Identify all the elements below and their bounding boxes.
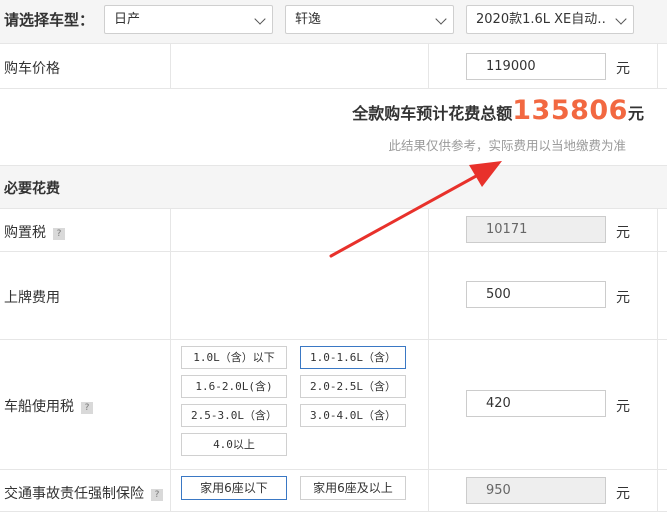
chevron-down-icon [254,13,266,25]
help-icon[interactable]: ? [151,489,163,501]
divider [170,252,171,339]
help-icon[interactable]: ? [81,402,93,414]
brand-select-value: 日产 [114,12,141,27]
series-select-value: 轩逸 [295,12,322,27]
insurance-row: 交通事故责任强制保险? 家用6座以下 家用6座及以上 950 元 [0,470,667,512]
total-note: 此结果仅供参考，实际费用以当地缴费为准 [388,138,626,153]
total-line: 全款购车预计花费总额135806元 [352,95,644,126]
displacement-option[interactable]: 4.0以上 [181,433,287,456]
divider [170,209,171,251]
vessel-tax-label: 车船使用税? [4,396,93,416]
purchase-tax-label-text: 购置税 [4,225,46,241]
model-select[interactable]: 2020款1.6L XE自动… [466,5,634,34]
displacement-option-selected[interactable]: 1.0-1.6L（含） [300,346,406,369]
plate-fee-row: 上牌费用 500 元 [0,252,667,340]
displacement-option[interactable]: 2.5-3.0L（含） [181,404,287,427]
chevron-down-icon [615,13,627,25]
vessel-tax-label-text: 车船使用税 [4,399,74,415]
total-unit: 元 [627,104,644,123]
price-label: 购车价格 [4,61,60,77]
series-select[interactable]: 轩逸 [285,5,454,34]
brand-select[interactable]: 日产 [104,5,273,34]
insurance-option[interactable]: 家用6座及以上 [300,476,406,500]
vessel-tax-row: 车船使用税? 1.0L（含）以下 1.0-1.6L（含） 1.6-2.0L(含)… [0,340,667,470]
divider [428,470,429,511]
divider [170,340,171,469]
displacement-option[interactable]: 3.0-4.0L（含） [300,404,406,427]
price-input[interactable]: 119000 [466,53,606,80]
select-model-title: 请选择车型： [4,11,95,29]
total-summary: 全款购车预计花费总额135806元 此结果仅供参考，实际费用以当地缴费为准 [0,89,667,166]
divider [657,470,658,511]
vessel-tax-unit: 元 [616,399,630,415]
section-title: 必要花费 [4,181,60,197]
total-prefix: 全款购车预计花费总额 [352,104,513,123]
model-select-value: 2020款1.6L XE自动… [476,12,606,27]
displacement-option[interactable]: 1.6-2.0L(含) [181,375,287,398]
purchase-tax-label: 购置税? [4,222,65,242]
divider [657,340,658,469]
help-icon[interactable]: ? [53,228,65,240]
divider [657,44,658,88]
divider [428,340,429,469]
car-selector-bar: 请选择车型： 日产 轩逸 2020款1.6L XE自动… [0,0,667,44]
insurance-label-text: 交通事故责任强制保险 [4,486,144,502]
divider [428,252,429,339]
insurance-unit: 元 [616,486,630,502]
divider [170,470,171,511]
chevron-down-icon [435,13,447,25]
displacement-option[interactable]: 1.0L（含）以下 [181,346,287,369]
insurance-input: 950 [466,477,606,504]
divider [428,209,429,251]
total-amount: 135806 [512,95,628,126]
divider [657,209,658,251]
insurance-option-selected[interactable]: 家用6座以下 [181,476,287,500]
price-unit: 元 [616,61,630,77]
section-header: 必要花费 [0,166,667,209]
plate-fee-input[interactable]: 500 [466,281,606,308]
purchase-tax-row: 购置税? 10171 元 [0,209,667,252]
insurance-label: 交通事故责任强制保险? [4,483,163,503]
displacement-option[interactable]: 2.0-2.5L（含） [300,375,406,398]
plate-fee-unit: 元 [616,290,630,306]
purchase-tax-input: 10171 [466,216,606,243]
plate-fee-label: 上牌费用 [4,290,60,306]
purchase-tax-unit: 元 [616,225,630,241]
divider [428,44,429,88]
vessel-tax-input[interactable]: 420 [466,390,606,417]
divider [170,44,171,88]
price-row: 购车价格 119000 元 [0,44,667,89]
divider [657,252,658,339]
